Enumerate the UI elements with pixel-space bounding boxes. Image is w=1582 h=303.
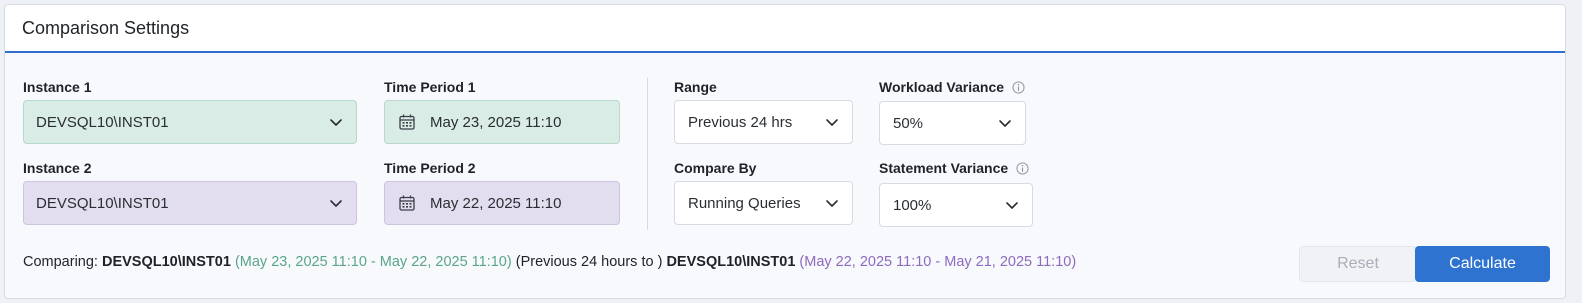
- workload-variance-select[interactable]: 50%: [879, 101, 1026, 145]
- summary-period2: (May 22, 2025 11:10 - May 21, 2025 11:10…: [795, 254, 1077, 270]
- instance2-value: DEVSQL10\INST01: [36, 194, 169, 212]
- statement-variance-value: 100%: [893, 196, 932, 214]
- calendar-icon: [399, 114, 415, 130]
- compare-by-value: Running Queries: [688, 194, 801, 212]
- calendar-icon: [399, 195, 415, 211]
- time-period2-value: May 22, 2025 11:10: [430, 194, 562, 212]
- summary-instance2: DEVSQL10\INST01: [666, 254, 796, 270]
- time-period2-field[interactable]: May 22, 2025 11:10: [384, 181, 620, 225]
- instance1-value: DEVSQL10\INST01: [36, 113, 169, 131]
- instance2-label: Instance 2: [23, 160, 92, 176]
- section-divider: [647, 78, 648, 230]
- workload-variance-text: Workload Variance: [879, 79, 1005, 95]
- chevron-down-icon: [826, 200, 838, 207]
- panel-header: Comparison Settings: [5, 5, 1565, 53]
- panel-title: Comparison Settings: [22, 17, 190, 38]
- time-period1-label: Time Period 1: [384, 79, 476, 95]
- time-period1-value: May 23, 2025 11:10: [430, 113, 562, 131]
- instance1-select[interactable]: DEVSQL10\INST01: [23, 100, 357, 144]
- time-period2-label: Time Period 2: [384, 160, 476, 176]
- statement-variance-label: Statement Variance: [879, 160, 1029, 176]
- chevron-down-icon: [1006, 202, 1018, 209]
- instance2-select[interactable]: DEVSQL10\INST01: [23, 181, 357, 225]
- calculate-button[interactable]: Calculate: [1415, 246, 1550, 282]
- compare-by-label: Compare By: [674, 160, 757, 176]
- range-label: Range: [674, 79, 717, 95]
- chevron-down-icon: [826, 119, 838, 126]
- instance1-label: Instance 1: [23, 79, 92, 95]
- chevron-down-icon: [330, 200, 342, 207]
- workload-variance-label: Workload Variance: [879, 79, 1025, 95]
- info-icon[interactable]: [1012, 81, 1025, 94]
- summary-prefix: Comparing:: [23, 254, 102, 270]
- info-icon[interactable]: [1016, 162, 1029, 175]
- range-value: Previous 24 hrs: [688, 113, 793, 131]
- reset-button[interactable]: Reset: [1299, 246, 1417, 282]
- chevron-down-icon: [330, 119, 342, 126]
- summary-range: (Previous 24 hours to ): [515, 254, 667, 270]
- chevron-down-icon: [999, 120, 1011, 127]
- summary-period1: (May 23, 2025 11:10 - May 22, 2025 11:10…: [230, 254, 516, 270]
- comparison-summary: Comparing: DEVSQL10\INST01 (May 23, 2025…: [23, 254, 1076, 270]
- statement-variance-text: Statement Variance: [879, 160, 1009, 176]
- comparison-settings-panel: Comparison Settings Instance 1 DEVSQL10\…: [4, 4, 1566, 299]
- workload-variance-value: 50%: [893, 114, 924, 132]
- compare-by-select[interactable]: Running Queries: [674, 181, 853, 225]
- summary-instance1: DEVSQL10\INST01: [101, 254, 231, 270]
- range-select[interactable]: Previous 24 hrs: [674, 100, 853, 144]
- statement-variance-select[interactable]: 100%: [879, 183, 1033, 227]
- time-period1-field[interactable]: May 23, 2025 11:10: [384, 100, 620, 144]
